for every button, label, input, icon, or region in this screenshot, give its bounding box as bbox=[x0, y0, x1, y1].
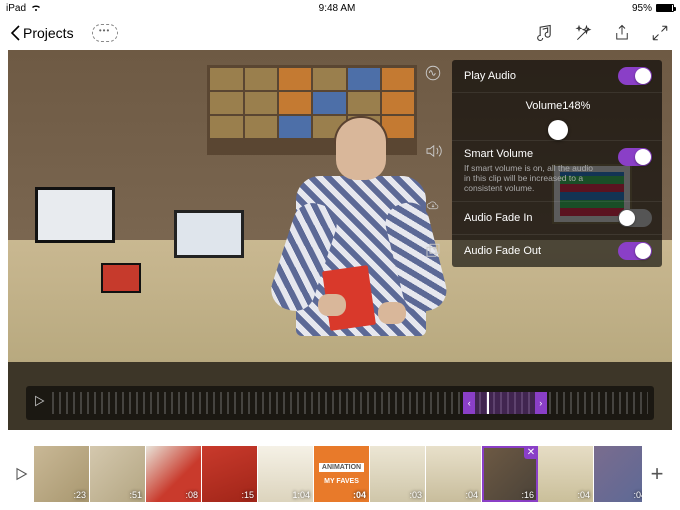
play-audio-label: Play Audio bbox=[464, 70, 610, 82]
status-bar: iPad 9:48 AM 95% bbox=[0, 0, 680, 16]
magic-button[interactable] bbox=[574, 23, 594, 43]
clip-strip: :23 :51 :08 :15 1:04 ANIMATIONMY FAVES:04 :03:… bbox=[0, 438, 680, 510]
duplicate-icon[interactable] bbox=[422, 240, 444, 262]
clip-thumbnail[interactable]: :23 bbox=[34, 446, 90, 502]
clip-thumbnail[interactable]: ANIMATIONMY FAVES:04 bbox=[314, 446, 370, 502]
remove-clip-button[interactable]: ✕ bbox=[524, 446, 538, 459]
cloud-download-icon[interactable] bbox=[422, 196, 444, 218]
clip-thumbnail[interactable]: :03 bbox=[370, 446, 426, 502]
speaker-icon[interactable] bbox=[422, 140, 444, 162]
clip-thumbnails: :23 :51 :08 :15 1:04 ANIMATIONMY FAVES:04 :03:… bbox=[34, 446, 642, 502]
clip-thumbnail[interactable]: :51 bbox=[90, 446, 146, 502]
clip-duration: :03 bbox=[409, 490, 422, 500]
fade-in-toggle[interactable] bbox=[618, 209, 652, 227]
waveform-icon[interactable] bbox=[422, 62, 444, 84]
add-clip-button[interactable]: + bbox=[642, 461, 672, 487]
back-label: Projects bbox=[23, 25, 74, 41]
panel-side-icons-4 bbox=[418, 240, 448, 262]
selection-handle-left[interactable]: ‹ bbox=[463, 392, 475, 414]
clip-thumbnail[interactable]: :04 bbox=[594, 446, 642, 502]
cloud-sync-button[interactable]: ••• bbox=[92, 24, 118, 42]
smart-volume-desc: If smart volume is on, all the audio in … bbox=[464, 163, 594, 194]
clip-duration: :04 bbox=[577, 490, 590, 500]
smart-volume-toggle[interactable] bbox=[618, 148, 652, 166]
play-audio-row: Play Audio bbox=[452, 60, 662, 92]
panel-side-icons-2 bbox=[418, 140, 448, 162]
battery-icon bbox=[656, 4, 674, 12]
scrubber-play-button[interactable] bbox=[32, 394, 46, 413]
clip-duration: :23 bbox=[73, 490, 86, 500]
clip-duration: :04 bbox=[353, 490, 366, 500]
fade-in-label: Audio Fade In bbox=[464, 212, 610, 224]
clip-thumbnail[interactable]: :04 bbox=[426, 446, 482, 502]
clip-duration: 1:04 bbox=[292, 490, 310, 500]
smart-volume-row: Smart Volume If smart volume is on, all … bbox=[452, 140, 662, 201]
volume-row: Volume 148% bbox=[452, 92, 662, 140]
clip-duration: :04 bbox=[633, 490, 642, 500]
clip-thumbnail[interactable]: :15 bbox=[202, 446, 258, 502]
nav-bar: Projects ••• bbox=[0, 16, 680, 50]
clock: 9:48 AM bbox=[319, 3, 356, 14]
scrubber-track[interactable]: ‹ › bbox=[52, 392, 648, 414]
battery-percent: 95% bbox=[632, 3, 652, 14]
video-preview[interactable]: Play Audio Volume 148% Smart Volume If s… bbox=[8, 50, 672, 430]
music-button[interactable] bbox=[536, 23, 556, 43]
fade-out-label: Audio Fade Out bbox=[464, 245, 610, 257]
timeline-scrubber: ‹ › bbox=[26, 386, 654, 420]
play-project-button[interactable] bbox=[8, 466, 34, 482]
back-button[interactable]: Projects bbox=[10, 25, 74, 41]
clip-thumbnail[interactable]: 1:04 bbox=[258, 446, 314, 502]
playhead[interactable] bbox=[487, 392, 489, 414]
share-button[interactable] bbox=[612, 23, 632, 43]
play-audio-toggle[interactable] bbox=[618, 67, 652, 85]
audio-settings-panel: Play Audio Volume 148% Smart Volume If s… bbox=[452, 60, 662, 267]
volume-value: 148% bbox=[562, 100, 590, 112]
fade-in-row: Audio Fade In bbox=[452, 201, 662, 234]
device-label: iPad bbox=[6, 3, 26, 14]
panel-side-icons-3 bbox=[418, 196, 448, 218]
clip-duration: :04 bbox=[465, 490, 478, 500]
clip-duration: :51 bbox=[129, 490, 142, 500]
fade-out-row: Audio Fade Out bbox=[452, 234, 662, 267]
volume-label: Volume bbox=[526, 100, 563, 112]
clip-duration: :16 bbox=[521, 490, 534, 500]
wifi-icon bbox=[30, 4, 42, 12]
clip-thumbnail[interactable]: :16 ✕ bbox=[482, 446, 538, 502]
clip-duration: :08 bbox=[185, 490, 198, 500]
smart-volume-label: Smart Volume bbox=[464, 148, 610, 160]
selection-handle-right[interactable]: › bbox=[535, 392, 547, 414]
panel-side-icons bbox=[418, 62, 448, 84]
chevron-left-icon bbox=[10, 25, 21, 41]
clip-thumbnail[interactable]: :04 bbox=[538, 446, 594, 502]
clip-thumbnail[interactable]: :08 bbox=[146, 446, 202, 502]
fullscreen-button[interactable] bbox=[650, 23, 670, 43]
fade-out-toggle[interactable] bbox=[618, 242, 652, 260]
clip-duration: :15 bbox=[241, 490, 254, 500]
